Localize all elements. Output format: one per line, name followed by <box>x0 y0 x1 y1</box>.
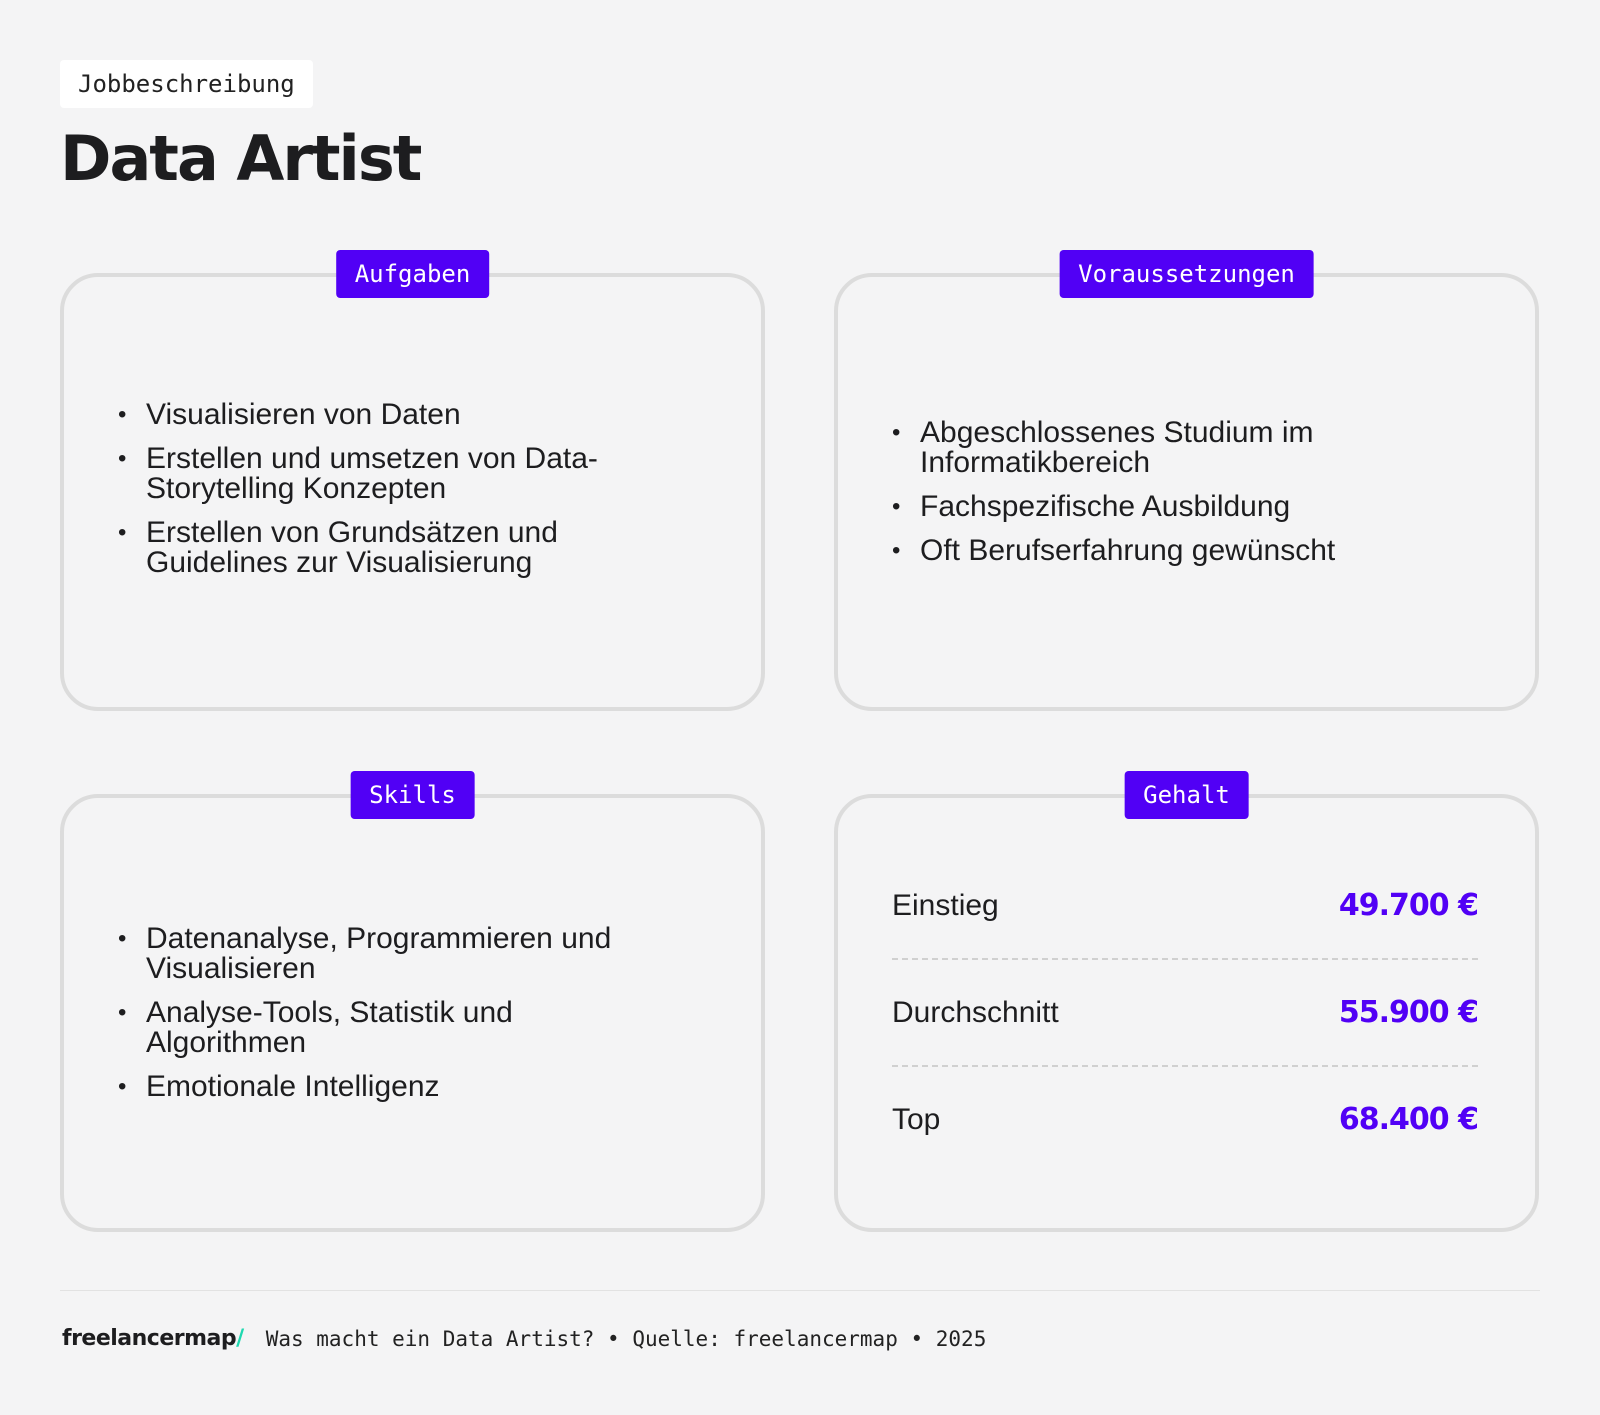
salary-label: Einstieg <box>892 888 999 922</box>
voraussetzungen-list: Abgeschlossenes Studium im Informatikber… <box>892 277 1495 707</box>
card-voraussetzungen: Voraussetzungen Abgeschlossenes Studium … <box>834 250 1539 711</box>
logo-slash: / <box>236 1326 244 1351</box>
list-item-text: Erstellen von Grundsätzen und Guidelines… <box>146 516 558 579</box>
list-item: Analyse-Tools, Statistik und Algorithmen <box>118 998 538 1058</box>
card-aufgaben: Aufgaben Visualisieren von Daten Erstell… <box>60 250 765 711</box>
salary-row-durchschnitt: Durchschnitt 55.900 € <box>892 985 1479 1040</box>
list-item-text: Datenanalyse, Programmieren und Visualis… <box>146 922 612 985</box>
list-item: Emotionale Intelligenz <box>118 1072 721 1103</box>
salary-table: Einstieg 49.700 € Durchschnitt 55.900 € … <box>892 878 1479 1147</box>
divider <box>892 1065 1478 1067</box>
footer-caption: Was macht ein Data Artist? • Quelle: fre… <box>265 1326 987 1351</box>
list-item: Visualisieren von Daten <box>118 400 721 431</box>
list-item: Abgeschlossenes Studium im Informatikber… <box>892 418 1362 478</box>
list-item: Datenanalyse, Programmieren und Visualis… <box>118 924 638 984</box>
salary-row-top: Top 68.400 € <box>892 1092 1479 1147</box>
salary-value: 55.900 € <box>1338 995 1479 1030</box>
list-item-text: Erstellen und umsetzen von Data-Storytel… <box>146 442 598 505</box>
skills-list: Datenanalyse, Programmieren und Visualis… <box>118 798 721 1228</box>
list-item-text: Abgeschlossenes Studium im Informatikber… <box>920 416 1314 479</box>
list-item-text: Analyse-Tools, Statistik und Algorithmen <box>146 996 513 1059</box>
salary-label: Top <box>892 1102 941 1136</box>
freelancermap-logo: freelancermap/ <box>62 1326 244 1351</box>
footer: freelancermap/ Was macht ein Data Artist… <box>62 1326 986 1351</box>
page-title: Data Artist <box>60 122 422 195</box>
list-item: Erstellen von Grundsätzen und Guidelines… <box>118 518 598 578</box>
salary-value: 49.700 € <box>1338 888 1479 923</box>
salary-value: 68.400 € <box>1338 1102 1479 1137</box>
card-gehalt: Gehalt Einstieg 49.700 € Durchschnitt 55… <box>834 771 1539 1232</box>
list-item: Fachspezifische Ausbildung <box>892 492 1495 523</box>
eyebrow-label: Jobbeschreibung <box>60 60 313 108</box>
list-item: Oft Berufserfahrung gewünscht <box>892 536 1495 567</box>
salary-row-einstieg: Einstieg 49.700 € <box>892 878 1479 933</box>
divider <box>892 958 1478 960</box>
tag-gehalt: Gehalt <box>1124 771 1249 819</box>
aufgaben-list: Visualisieren von Daten Erstellen und um… <box>118 271 721 707</box>
footer-divider <box>60 1290 1540 1291</box>
card-skills: Skills Datenanalyse, Programmieren und V… <box>60 771 765 1232</box>
list-item: Erstellen und umsetzen von Data-Storytel… <box>118 444 638 504</box>
logo-wordmark: freelancermap <box>62 1326 237 1351</box>
salary-label: Durchschnitt <box>892 995 1059 1029</box>
